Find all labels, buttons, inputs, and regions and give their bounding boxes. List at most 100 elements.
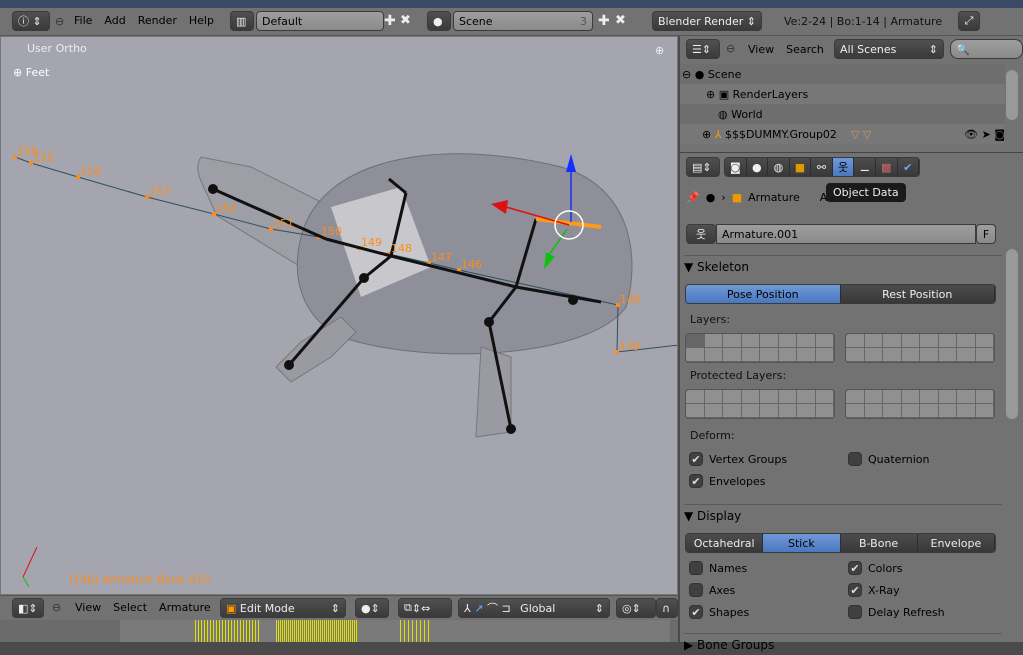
tab-object-data[interactable]: 웃 <box>832 158 855 176</box>
timeline-strip[interactable] <box>0 620 678 642</box>
collapse-icon[interactable]: ⊖ <box>726 42 735 55</box>
tab-render[interactable]: ◙ <box>725 158 747 176</box>
proportional-edit-select[interactable]: ◎ ⇕ <box>616 598 656 618</box>
editor-type-outliner-button[interactable]: ☰ ⇕ <box>686 39 720 59</box>
tab-object[interactable]: ■ <box>789 158 812 176</box>
manipulator-axes-icon[interactable]: ⅄ <box>464 602 471 615</box>
tab-modifiers[interactable]: ✔ <box>897 158 919 176</box>
display-mode-select[interactable]: All Scenes ⇕ <box>834 39 944 59</box>
colors-checkbox[interactable]: ✔ Colors <box>848 561 902 575</box>
octahedral-button[interactable]: Octahedral <box>686 534 764 552</box>
armature-name-field[interactable]: Armature.001 <box>716 224 976 244</box>
scene-name-field[interactable]: Scene 3 <box>453 11 593 31</box>
scene-icon: ● <box>694 67 705 81</box>
empty-icon: ⅄ <box>714 127 722 141</box>
collapse-icon[interactable]: ⊖ <box>682 68 691 81</box>
delete-scene-icon[interactable]: ✖ <box>615 13 626 28</box>
menu-view[interactable]: View <box>75 601 101 614</box>
pose-position-button[interactable]: Pose Position <box>686 285 841 303</box>
tab-world[interactable]: ◍ <box>768 158 790 176</box>
menu-render[interactable]: Render <box>138 14 177 27</box>
scene-browse-button[interactable]: ● <box>427 11 451 31</box>
properties-scrollbar[interactable] <box>1006 249 1018 419</box>
shapes-checkbox[interactable]: ✔ Shapes <box>689 605 749 619</box>
selectable-cursor-icon[interactable]: ➤ <box>982 128 991 141</box>
add-layout-icon[interactable]: ✚ <box>384 13 396 29</box>
outliner-item-dummy-group02[interactable]: ⊕ ⅄ $$$DUMMY.Group02 ▽ ▽ 👁 ➤ ◙ <box>680 124 1005 144</box>
fullscreen-button[interactable]: ⤢ <box>958 11 980 31</box>
editor-type-info-button[interactable]: ⓘ ⇕ <box>12 11 50 31</box>
3d-viewport[interactable]: User Ortho ⊕ Feet ⊕ 156 155 154 153 152 … <box>0 36 678 595</box>
outliner: ☰ ⇕ ⊖ View Search All Scenes ⇕ 🔍 ⊖ ● Scene … <box>680 36 1023 152</box>
frame-label: 153 <box>149 185 170 198</box>
mode-select[interactable]: ▣ Edit Mode ⇕ <box>220 598 346 618</box>
quaternion-checkbox[interactable]: Quaternion <box>848 452 930 466</box>
bone-groups-panel-header[interactable]: ▶ Bone Groups <box>684 633 1002 655</box>
xray-checkbox[interactable]: ✔ X-Ray <box>848 583 900 597</box>
layers-grid-right[interactable] <box>845 333 995 363</box>
checkbox-label: Colors <box>868 561 903 575</box>
vertex-groups-checkbox[interactable]: ✔ Vertex Groups <box>689 452 787 466</box>
render-engine-select[interactable]: Blender Render ⇕ <box>652 11 762 31</box>
envelope-button[interactable]: Envelope <box>917 534 995 552</box>
expand-icon[interactable]: ⊕ <box>702 128 711 141</box>
menu-select[interactable]: Select <box>113 601 147 614</box>
delete-layout-icon[interactable]: ✖ <box>400 13 411 28</box>
render-camera-icon[interactable]: ◙ <box>994 128 1005 141</box>
envelopes-checkbox[interactable]: ✔ Envelopes <box>689 474 765 488</box>
delay-refresh-checkbox[interactable]: Delay Refresh <box>848 605 945 619</box>
menu-help[interactable]: Help <box>189 14 214 27</box>
visibility-eye-icon[interactable]: 👁 <box>964 128 978 141</box>
pivot-select[interactable]: ⧉ ⇕ ⇔ <box>398 598 452 618</box>
z-axis-arrow-icon[interactable] <box>566 154 576 172</box>
collapse-icon[interactable]: ⊖ <box>55 15 64 28</box>
layout-name-field[interactable]: Default <box>256 11 384 31</box>
protected-layers-grid-left[interactable] <box>685 389 835 419</box>
expand-icon[interactable]: ⊕ <box>706 88 715 101</box>
pose-rest-toggle: Pose Position Rest Position <box>685 284 996 304</box>
collapse-icon[interactable]: ⊖ <box>52 601 61 614</box>
frame-label: 146 <box>461 258 482 271</box>
armature-data-browse[interactable]: 웃 <box>686 224 716 244</box>
fake-user-button[interactable]: F <box>976 224 996 244</box>
outliner-item-renderlayers[interactable]: ⊕ ▣ RenderLayers <box>680 84 1005 104</box>
snap-toggle[interactable]: ∩ <box>656 598 678 618</box>
tab-scene[interactable]: ● <box>746 158 769 176</box>
orientation-select[interactable]: Global <box>520 602 555 615</box>
axes-checkbox[interactable]: Axes <box>689 583 735 597</box>
display-panel-header[interactable]: ▼ Display <box>684 504 1002 526</box>
editor-type-3d-button[interactable]: ◧ ⇕ <box>12 598 44 618</box>
translate-icon[interactable]: ↗ <box>474 602 483 615</box>
layers-grid-left[interactable] <box>685 333 835 363</box>
add-scene-icon[interactable]: ✚ <box>598 13 610 29</box>
bbone-button[interactable]: B-Bone <box>840 534 918 552</box>
mesh-icon: ▽ ▽ <box>850 127 872 141</box>
outliner-scrollbar[interactable] <box>1006 70 1018 120</box>
outliner-search-input[interactable]: 🔍 <box>950 39 1023 59</box>
menu-add[interactable]: Add <box>104 14 125 27</box>
tab-bone[interactable]: ⚊ <box>854 158 876 176</box>
tab-texture[interactable]: ▩ <box>875 158 898 176</box>
rest-position-button[interactable]: Rest Position <box>840 285 995 303</box>
tab-constraints[interactable]: ⚯ <box>811 158 833 176</box>
layout-browse-button[interactable]: ▥ <box>230 11 254 31</box>
manipulator-center-icon[interactable]: ⇔ <box>421 602 430 615</box>
menu-search[interactable]: Search <box>786 43 824 56</box>
outliner-item-scene[interactable]: ⊖ ● Scene <box>680 64 1005 84</box>
pin-icon[interactable]: 📌 <box>686 191 700 204</box>
rotate-icon[interactable]: ⌒ <box>487 600 498 616</box>
scale-icon[interactable]: ⊐ <box>501 602 510 615</box>
names-checkbox[interactable]: Names <box>689 561 747 575</box>
menu-view[interactable]: View <box>748 43 774 56</box>
protected-layers-grid-right[interactable] <box>845 389 995 419</box>
item-label: $$$DUMMY.Group02 <box>724 127 837 141</box>
manipulator-group[interactable]: ⅄ ↗ ⌒ ⊐ Global ⇕ <box>458 598 610 618</box>
skeleton-panel-header[interactable]: ▼ Skeleton <box>684 255 1002 277</box>
cube-icon: ■ <box>731 191 743 204</box>
shading-select[interactable]: ● ⇕ <box>355 598 389 618</box>
menu-armature[interactable]: Armature <box>159 601 211 614</box>
menu-file[interactable]: File <box>74 14 92 27</box>
editor-type-properties-button[interactable]: ▤ ⇕ <box>686 157 720 177</box>
outliner-item-world[interactable]: ◍ World <box>680 104 1005 124</box>
stick-button[interactable]: Stick <box>763 534 841 552</box>
